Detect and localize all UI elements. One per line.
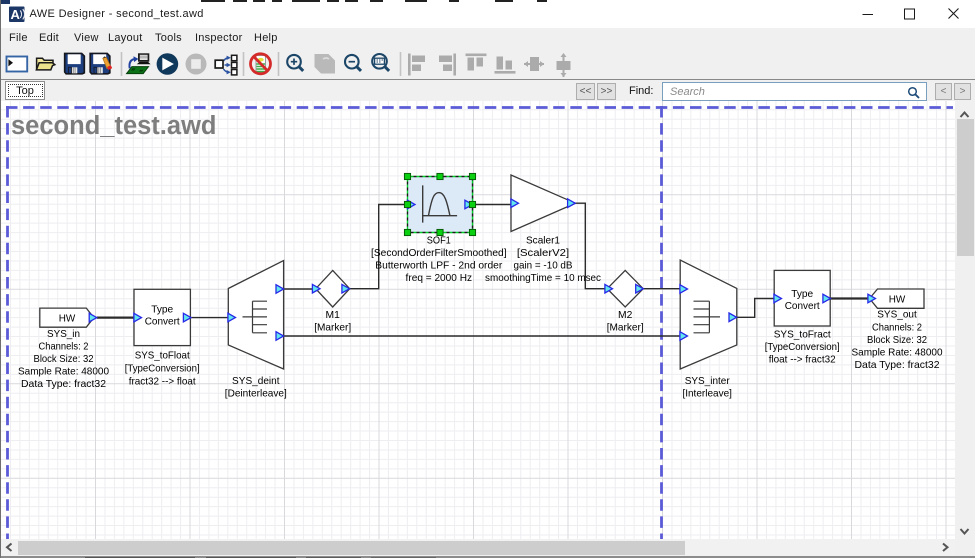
svg-text:M2: M2 xyxy=(618,310,633,321)
svg-text:gain = -10 dB: gain = -10 dB xyxy=(514,261,573,272)
svg-text:Block Size: 32: Block Size: 32 xyxy=(34,354,94,365)
svg-text:Block Size: 32: Block Size: 32 xyxy=(867,335,927,346)
svg-text:SYS_in: SYS_in xyxy=(47,329,80,340)
svg-text:Convert: Convert xyxy=(145,316,180,327)
svg-text:Type: Type xyxy=(791,289,813,300)
svg-text:second_test.awd: second_test.awd xyxy=(11,112,216,140)
svg-text:freq = 2000 Hz: freq = 2000 Hz xyxy=(406,273,473,284)
svg-text:Butterworth LPF - 2nd order: Butterworth LPF - 2nd order xyxy=(375,261,503,272)
svg-text:Sample Rate: 48000: Sample Rate: 48000 xyxy=(18,367,109,378)
svg-text:Channels: 2: Channels: 2 xyxy=(872,322,922,333)
svg-text:fract32 --> float: fract32 --> float xyxy=(129,376,196,387)
svg-text:HW: HW xyxy=(59,314,76,325)
svg-text:Scaler1: Scaler1 xyxy=(526,235,560,246)
svg-text:[SecondOrderFilterSmoothed]: [SecondOrderFilterSmoothed] xyxy=(371,248,507,259)
svg-text:Channels: 2: Channels: 2 xyxy=(39,342,89,353)
svg-text:Data Type: fract32: Data Type: fract32 xyxy=(855,360,940,371)
svg-text:[Marker]: [Marker] xyxy=(607,323,644,334)
svg-text:[Marker]: [Marker] xyxy=(314,323,351,334)
svg-text:M1: M1 xyxy=(326,310,341,321)
svg-text:Sample Rate: 48000: Sample Rate: 48000 xyxy=(852,347,943,358)
svg-text:Convert: Convert xyxy=(785,301,820,312)
svg-text:[Interleave]: [Interleave] xyxy=(682,389,732,400)
svg-text:A: A xyxy=(11,7,21,22)
svg-text:Type: Type xyxy=(151,304,173,315)
svg-text:float --> fract32: float --> fract32 xyxy=(769,354,836,365)
svg-text:[ScalerV2]: [ScalerV2] xyxy=(517,248,569,259)
svg-text:SYS_toFloat: SYS_toFloat xyxy=(135,350,190,361)
svg-text:HW: HW xyxy=(889,295,906,306)
svg-text:[TypeConversion]: [TypeConversion] xyxy=(765,342,840,353)
svg-text:smoothingTime = 10 msec: smoothingTime = 10 msec xyxy=(485,273,601,284)
svg-text:Data Type: fract32: Data Type: fract32 xyxy=(21,379,106,390)
svg-text:[Deinterleave]: [Deinterleave] xyxy=(225,388,287,399)
svg-text:SYS_out: SYS_out xyxy=(877,310,917,321)
svg-text:SYS_inter: SYS_inter xyxy=(685,376,731,387)
svg-text:SYS_deint: SYS_deint xyxy=(232,376,280,387)
svg-text:SOF1: SOF1 xyxy=(427,235,451,246)
svg-text:SYS_toFract: SYS_toFract xyxy=(774,329,831,340)
svg-text:[TypeConversion]: [TypeConversion] xyxy=(125,363,200,374)
